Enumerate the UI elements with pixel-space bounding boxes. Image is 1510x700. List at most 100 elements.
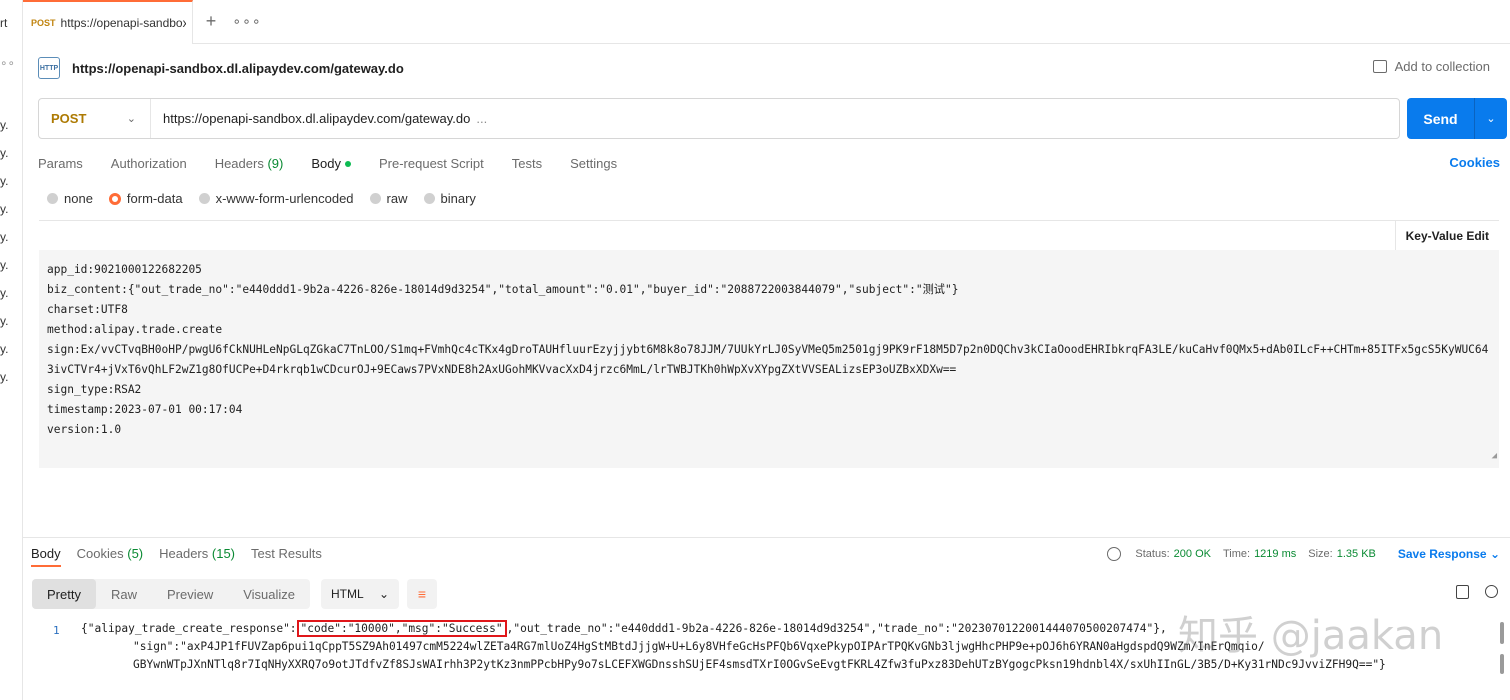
- view-visualize[interactable]: Visualize: [228, 579, 310, 609]
- radio-urlencoded-label: x-www-form-urlencoded: [215, 191, 354, 206]
- add-to-collection-label: Add to collection: [1394, 59, 1490, 74]
- url-input[interactable]: https://openapi-sandbox.dl.alipaydev.com…: [151, 111, 487, 126]
- tab-headers-label: Headers: [214, 155, 264, 171]
- sidebar-fragment[interactable]: y.: [0, 202, 8, 216]
- cookies-link[interactable]: Cookies: [1449, 155, 1500, 170]
- globe-icon[interactable]: [1107, 547, 1122, 561]
- sidebar-fragment[interactable]: y.: [0, 370, 8, 384]
- sidebar-fragment[interactable]: y.: [0, 286, 8, 300]
- status-label: Status:: [1135, 548, 1170, 560]
- body-line: app_id:9021000122682205: [47, 263, 202, 276]
- more-tabs-icon[interactable]: ∘∘∘: [229, 0, 265, 44]
- format-label: HTML: [331, 587, 364, 601]
- tab-params[interactable]: Params: [38, 156, 83, 171]
- tab-url: https://openapi-sandbox.dl.alipaydev.com…: [60, 15, 186, 30]
- body-line: sign:Ex/vvCTvqBH0oHP/pwgU6fCkNUHLeNpGLqZ…: [47, 343, 1489, 376]
- method-label: POST: [51, 111, 87, 126]
- view-raw[interactable]: Raw: [96, 579, 152, 609]
- response-headers-count: (15): [211, 546, 236, 561]
- tab-authorization[interactable]: Authorization: [111, 156, 187, 171]
- radio-circle: [423, 193, 435, 204]
- size-label: Size:: [1308, 548, 1333, 560]
- request-tab[interactable]: POST https://openapi-sandbox.dl.alipayde…: [23, 0, 193, 44]
- size-value[interactable]: 1.35 KB: [1337, 548, 1376, 560]
- response-tab-cookies[interactable]: Cookies (5): [77, 546, 143, 567]
- sidebar-strip: rt ∘∘ y. y. y. y. y. y. y. y. y. y.: [0, 0, 23, 700]
- wrap-lines-icon[interactable]: ≡: [407, 579, 437, 609]
- radio-binary-label: binary: [440, 191, 476, 206]
- radio-raw[interactable]: raw: [369, 191, 408, 206]
- body-line: version:1.0: [47, 423, 122, 436]
- sidebar-fragment[interactable]: y.: [0, 258, 8, 272]
- view-pretty[interactable]: Pretty: [32, 579, 96, 609]
- collection-icon: [1372, 60, 1387, 73]
- sidebar-fragment[interactable]: y.: [0, 118, 8, 132]
- view-preview[interactable]: Preview: [152, 579, 228, 609]
- request-title[interactable]: https://openapi-sandbox.dl.alipaydev.com…: [72, 61, 404, 76]
- tab-pre-request-script[interactable]: Pre-request Script: [379, 156, 484, 171]
- radio-none-label: none: [64, 191, 93, 206]
- code-segment: {"alipay_trade_create_response":: [81, 622, 297, 635]
- scrollbar-thumb[interactable]: [1500, 654, 1504, 674]
- copy-icon[interactable]: [1456, 585, 1469, 599]
- url-text: https://openapi-sandbox.dl.alipaydev.com…: [163, 111, 471, 126]
- save-response-button[interactable]: Save Response ⌄: [1398, 547, 1500, 561]
- tab-method: POST: [31, 17, 56, 28]
- key-value-edit-button[interactable]: Key-Value Edit: [1394, 221, 1499, 251]
- headers-count: (9): [267, 155, 284, 171]
- tab-body[interactable]: Body: [311, 156, 351, 171]
- response-tab-body[interactable]: Body: [31, 546, 61, 567]
- sidebar-fragment[interactable]: y.: [0, 342, 8, 356]
- radio-urlencoded[interactable]: x-www-form-urlencoded: [198, 191, 354, 206]
- method-select[interactable]: POST ⌄: [39, 99, 151, 138]
- line-number: 1: [53, 624, 60, 637]
- sidebar-fragment[interactable]: y.: [0, 174, 8, 188]
- radio-circle: [198, 193, 210, 204]
- radio-raw-label: raw: [386, 191, 408, 206]
- scrollbar-thumb[interactable]: [1500, 622, 1504, 644]
- radio-form-data[interactable]: form-data: [108, 191, 183, 206]
- send-options-chevron-icon[interactable]: ⌄: [1475, 112, 1507, 125]
- response-view-tabs: Pretty Raw Preview Visualize: [32, 579, 311, 609]
- radio-binary[interactable]: binary: [423, 191, 476, 206]
- radio-none[interactable]: none: [47, 191, 93, 206]
- response-tab-headers-label: Headers: [159, 546, 209, 561]
- response-tab-headers[interactable]: Headers (15): [159, 546, 235, 567]
- search-icon[interactable]: [1485, 585, 1498, 598]
- response-tab-test-results[interactable]: Test Results: [251, 546, 322, 567]
- url-more: ...: [476, 111, 488, 126]
- bulk-edit-header: Key-Value Edit: [39, 220, 1499, 251]
- body-line: method:alipay.trade.create: [47, 323, 223, 336]
- request-tabs: Params Authorization Headers (9) Body Pr…: [38, 153, 1500, 173]
- send-label: Send: [1423, 110, 1458, 127]
- sidebar-fragment[interactable]: y.: [0, 146, 8, 160]
- request-header: HTTP https://openapi-sandbox.dl.alipayde…: [38, 55, 1500, 81]
- save-response-label: Save Response: [1397, 547, 1487, 561]
- new-tab-plus-icon[interactable]: +: [193, 0, 229, 44]
- resize-grip-icon[interactable]: ◢: [1492, 446, 1497, 466]
- bulk-edit-textarea[interactable]: app_id:9021000122682205 biz_content:{"ou…: [39, 250, 1499, 468]
- radio-circle: [369, 193, 381, 204]
- tab-tests[interactable]: Tests: [512, 156, 542, 171]
- code-line: "sign":"axP4JP1fFUVZap6pui1qCppT5SZ9Ah01…: [133, 640, 1265, 653]
- sidebar-fragment[interactable]: y.: [0, 230, 8, 244]
- tab-settings[interactable]: Settings: [570, 156, 617, 171]
- tab-headers[interactable]: Headers (9): [215, 156, 284, 171]
- time-value[interactable]: 1219 ms: [1254, 548, 1296, 560]
- status-value[interactable]: 200 OK: [1174, 548, 1211, 560]
- sidebar-fragment[interactable]: y.: [0, 314, 8, 328]
- send-button[interactable]: Send ⌄: [1407, 98, 1507, 139]
- time-label: Time:: [1222, 548, 1251, 560]
- chevron-down-icon: ⌄: [378, 587, 389, 601]
- url-bar: POST ⌄ https://openapi-sandbox.dl.alipay…: [38, 98, 1400, 139]
- sidebar-fragment: ∘∘: [0, 56, 16, 70]
- add-to-collection-button[interactable]: Add to collection: [1372, 59, 1490, 74]
- radio-circle: [47, 193, 58, 204]
- response-tabs: Body Cookies (5) Headers (15) Test Resul…: [31, 546, 338, 567]
- response-tab-cookies-label: Cookies: [76, 546, 124, 561]
- code-line: {"alipay_trade_create_response": "code":"…: [81, 620, 1167, 638]
- highlight-box: "code":"10000","msg":"Success": [296, 620, 507, 637]
- response-panel: Body Cookies (5) Headers (15) Test Resul…: [23, 537, 1510, 700]
- format-select[interactable]: HTML ⌄: [321, 579, 399, 609]
- code-segment: ,"out_trade_no":"e440ddd1-9b2a-4226-826e…: [506, 622, 1167, 635]
